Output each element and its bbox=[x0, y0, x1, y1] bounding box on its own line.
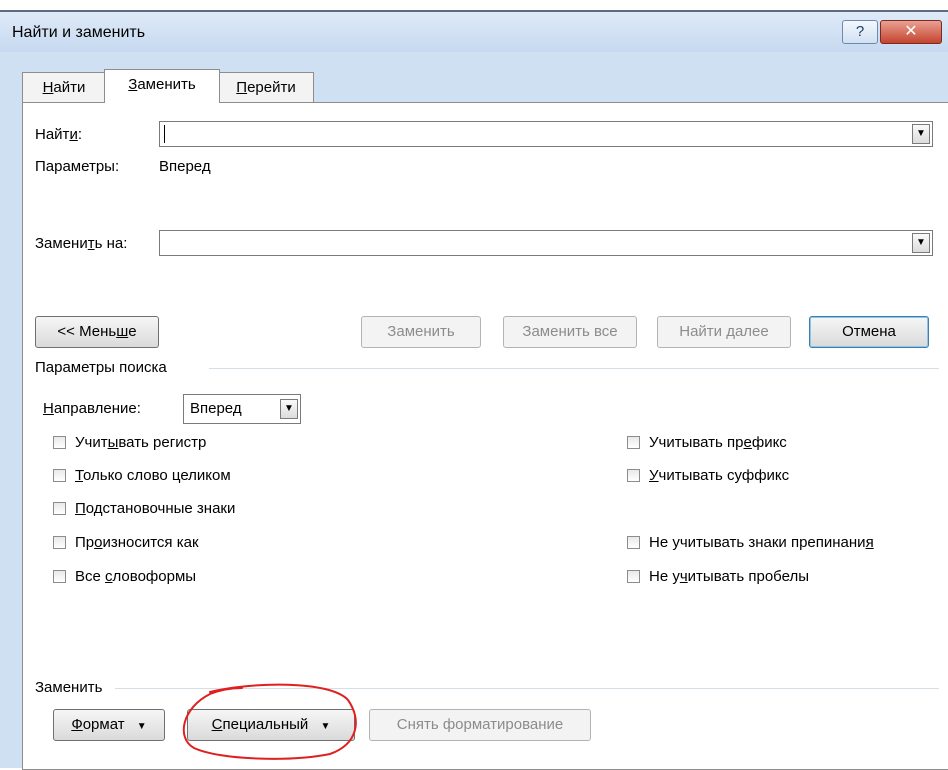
direction-label: Направление: bbox=[43, 400, 141, 417]
checkbox-box[interactable] bbox=[627, 536, 640, 549]
close-button[interactable]: ✕ bbox=[880, 20, 942, 44]
search-options-title: Параметры поиска bbox=[35, 359, 167, 376]
title-bar: Найти и заменить ? ✕ bbox=[0, 12, 948, 52]
tab-replace[interactable]: Заменить bbox=[104, 69, 220, 103]
checkbox-box[interactable] bbox=[627, 436, 640, 449]
checkbox-match-case[interactable]: Учитывать регистр bbox=[53, 434, 313, 454]
chevron-down-icon: ▼ bbox=[284, 403, 294, 414]
tab-find[interactable]: Найти bbox=[22, 72, 106, 103]
checkbox-sounds-like[interactable]: Произносится как bbox=[53, 534, 313, 554]
checkbox-wildcards[interactable]: Подстановочные знаки bbox=[53, 500, 313, 520]
find-combobox[interactable]: ▼ bbox=[159, 121, 933, 147]
special-button[interactable]: Специальный ▼ bbox=[187, 709, 355, 741]
replace-button[interactable]: Заменить bbox=[361, 316, 481, 348]
clear-formatting-button[interactable]: Снять форматирование bbox=[369, 709, 591, 741]
less-button[interactable]: << Меньше bbox=[35, 316, 159, 348]
replace-label: Заменить на: bbox=[35, 235, 128, 252]
find-dropdown-button[interactable]: ▼ bbox=[912, 124, 930, 144]
replace-section-title: Заменить bbox=[35, 679, 103, 696]
params-label: Параметры: bbox=[35, 158, 120, 175]
checkbox-whole-word[interactable]: Только слово целиком bbox=[53, 467, 313, 487]
format-button[interactable]: Формат ▼ bbox=[53, 709, 165, 741]
dropdown-arrow-icon: ▼ bbox=[136, 721, 147, 732]
tab-goto[interactable]: Перейти bbox=[218, 72, 314, 103]
replace-dropdown-button[interactable]: ▼ bbox=[912, 233, 930, 253]
checkbox-match-prefix[interactable]: Учитывать префикс bbox=[627, 434, 937, 454]
group-divider bbox=[115, 688, 939, 689]
chevron-down-icon: ▼ bbox=[916, 128, 926, 139]
tab-panel-replace: Найти: ▼ Параметры: Вперед Заменить на: … bbox=[22, 102, 948, 770]
background-document-strip bbox=[0, 0, 948, 12]
checkbox-word-forms[interactable]: Все словоформы bbox=[53, 568, 313, 588]
help-button[interactable]: ? bbox=[842, 20, 878, 44]
chevron-down-icon: ▼ bbox=[916, 237, 926, 248]
direction-select[interactable]: Вперед ▼ bbox=[183, 394, 301, 424]
checkbox-box[interactable] bbox=[53, 570, 66, 583]
checkbox-box[interactable] bbox=[53, 502, 66, 515]
checkbox-ignore-spaces[interactable]: Не учитывать пробелы bbox=[627, 568, 937, 588]
find-replace-dialog: Найти и заменить ? ✕ Найти Заменить Пере… bbox=[0, 12, 948, 770]
find-label: Найти: bbox=[35, 126, 82, 143]
checkbox-box[interactable] bbox=[627, 570, 640, 583]
cancel-button[interactable]: Отмена bbox=[809, 316, 929, 348]
params-value: Вперед bbox=[159, 158, 211, 175]
window-title: Найти и заменить bbox=[12, 24, 146, 41]
checkbox-match-suffix[interactable]: Учитывать суффикс bbox=[627, 467, 937, 487]
replace-combobox[interactable]: ▼ bbox=[159, 230, 933, 256]
help-icon: ? bbox=[855, 23, 865, 40]
checkbox-box[interactable] bbox=[53, 469, 66, 482]
checkbox-box[interactable] bbox=[53, 536, 66, 549]
replace-all-button[interactable]: Заменить все bbox=[503, 316, 637, 348]
checkbox-box[interactable] bbox=[53, 436, 66, 449]
close-icon: ✕ bbox=[904, 23, 918, 40]
find-next-button[interactable]: Найти далее bbox=[657, 316, 791, 348]
checkbox-box[interactable] bbox=[627, 469, 640, 482]
dropdown-arrow-icon: ▼ bbox=[320, 721, 331, 732]
text-cursor bbox=[164, 125, 165, 143]
group-divider bbox=[209, 368, 939, 369]
checkbox-ignore-punctuation[interactable]: Не учитывать знаки препинания bbox=[627, 534, 937, 554]
direction-dropdown-button[interactable]: ▼ bbox=[280, 399, 298, 419]
